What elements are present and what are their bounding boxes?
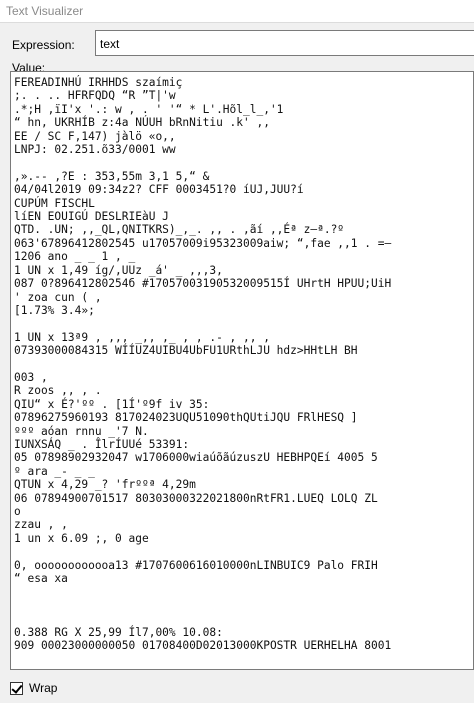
expression-field[interactable]: text (95, 30, 474, 56)
title-bar: Text Visualizer (0, 0, 474, 23)
expression-label: Expression: (12, 38, 75, 52)
wrap-checkbox[interactable] (10, 681, 23, 695)
window-title: Text Visualizer (6, 4, 84, 18)
value-textarea[interactable]: FEREADINHÚ IRHHDS szaímiç ;. . .. HFRFQD… (10, 71, 474, 670)
wrap-label: Wrap (29, 681, 58, 695)
value-text: FEREADINHÚ IRHHDS szaímiç ;. . .. HFRFQD… (14, 76, 392, 653)
wrap-option[interactable]: Wrap (10, 680, 57, 696)
